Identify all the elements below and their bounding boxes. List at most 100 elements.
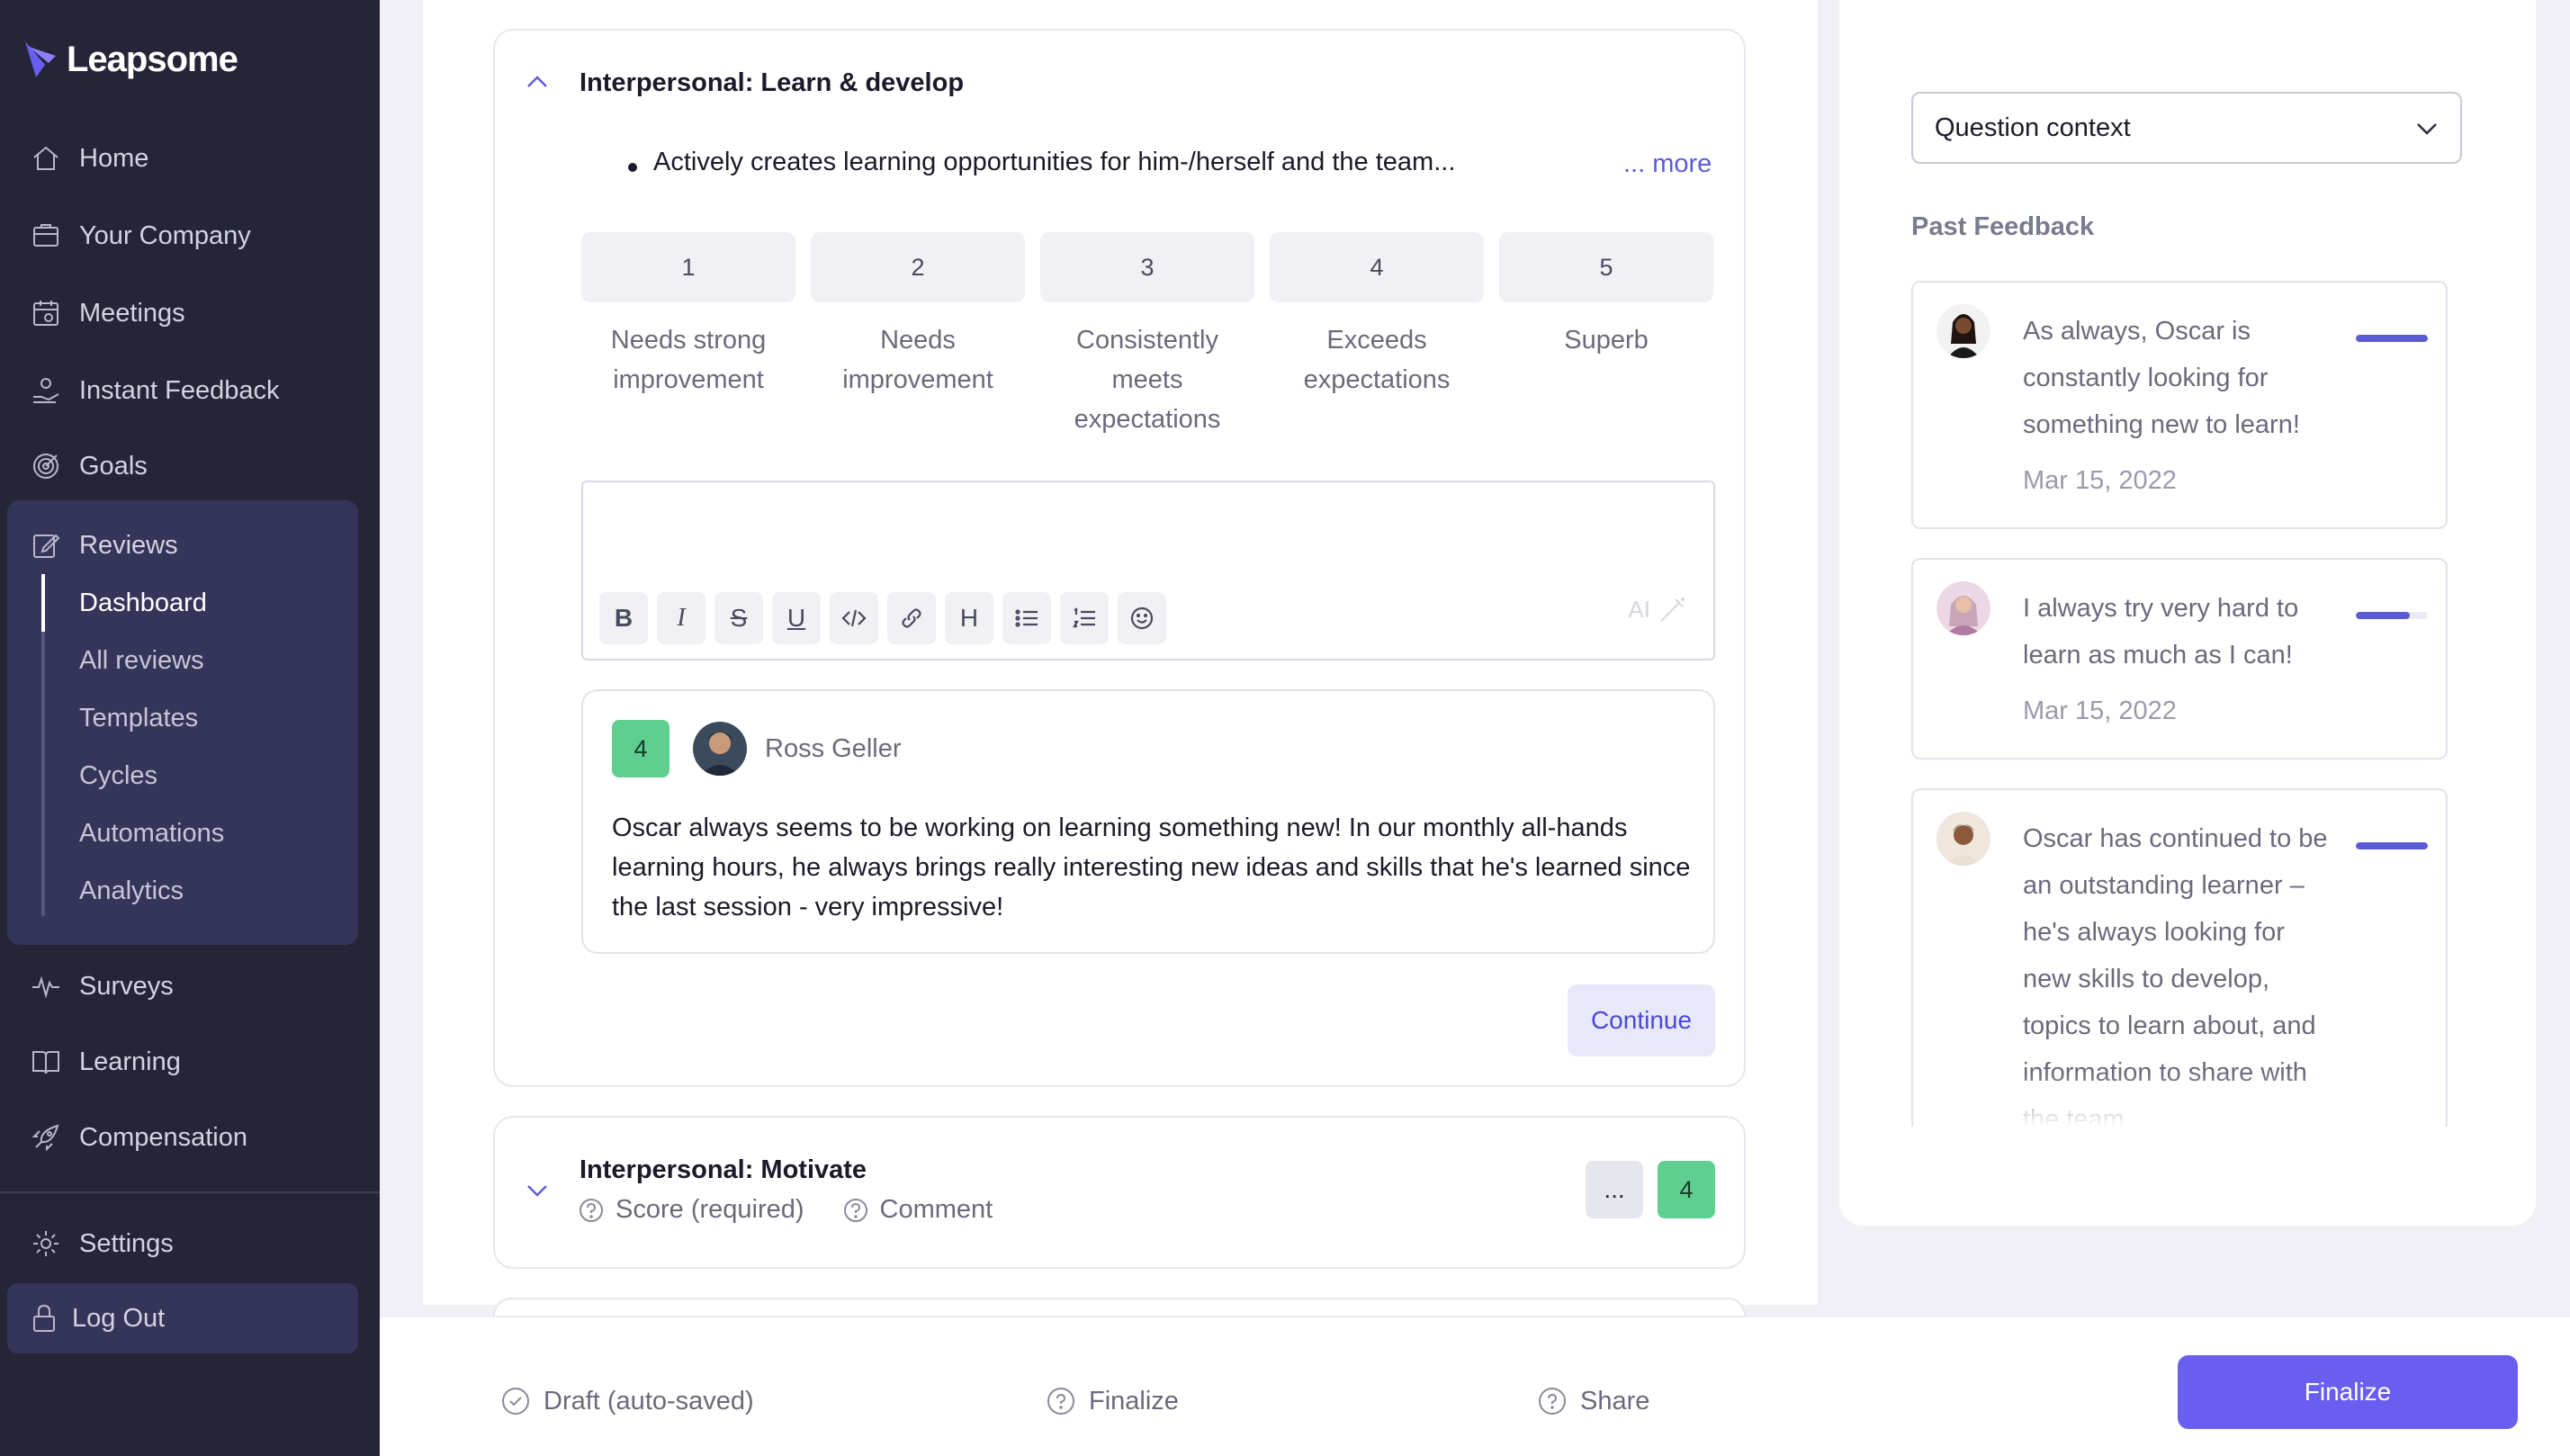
feedback-card[interactable]: I always try very hard to learn as much … (1911, 558, 2448, 759)
ai-label: AI (1628, 595, 1650, 623)
sidebar-item-instant-feedback[interactable]: Instant Feedback (7, 358, 358, 423)
sidebar-item-label: Settings (79, 1228, 174, 1258)
code-button[interactable] (830, 592, 878, 644)
building-icon (33, 224, 58, 247)
sidebar-item-home[interactable]: Home (7, 126, 358, 191)
section-score-badge: 4 (1658, 1161, 1715, 1218)
more-options-button[interactable]: ... (1586, 1161, 1643, 1218)
score-option-2[interactable]: 2 (811, 232, 1025, 302)
heading-button[interactable]: H (945, 592, 993, 644)
gear-icon (33, 1231, 58, 1256)
score-label-3: Consistently meets expectations (1074, 326, 1221, 434)
context-panel: Question context Past Feedback As always… (1839, 0, 2536, 1226)
sidebar-item-reviews[interactable]: Reviews (7, 513, 358, 578)
score-option-4[interactable]: 4 (1270, 232, 1484, 302)
question-circle-icon (580, 1198, 603, 1222)
more-link[interactable]: ... more (1623, 149, 1712, 179)
status-draft: Draft (auto-saved) (500, 1386, 754, 1416)
finalize-button[interactable]: Finalize (2178, 1355, 2518, 1429)
reviewer-name: Ross Geller (765, 734, 902, 763)
feedback-card[interactable]: As always, Oscar is constantly looking f… (1911, 281, 2448, 529)
emoji-button[interactable] (1118, 592, 1166, 644)
subnav-item-dashboard[interactable]: Dashboard (79, 574, 207, 632)
logout-button[interactable]: Log Out (7, 1283, 358, 1353)
chevron-up-icon[interactable] (524, 68, 551, 95)
subnav-item-templates[interactable]: Templates (79, 689, 198, 747)
sidebar-item-label: Goals (79, 451, 148, 481)
feedback-score-bar (2356, 842, 2428, 849)
sidebar-item-your-company[interactable]: Your Company (7, 203, 358, 268)
numbered-list-button[interactable] (1060, 592, 1109, 644)
feedback-hand-icon (33, 378, 59, 403)
sidebar-item-surveys[interactable]: Surveys (7, 954, 358, 1019)
score-option-1[interactable]: 1 (581, 232, 795, 302)
pulse-icon (32, 975, 59, 999)
emoji-icon (1130, 607, 1154, 630)
link-button[interactable] (887, 592, 936, 644)
feedback-score-fill (2356, 335, 2428, 342)
book-icon (32, 1051, 59, 1074)
feedback-score-fill (2356, 842, 2428, 849)
strikethrough-button[interactable]: S (714, 592, 763, 644)
sidebar-divider (0, 1191, 380, 1193)
sidebar-item-label: Reviews (79, 530, 178, 560)
feedback-score-fill (2356, 612, 2410, 619)
sidebar-item-compensation[interactable]: Compensation (7, 1105, 358, 1170)
sidebar-item-label: Surveys (79, 971, 174, 1001)
avatar (1936, 304, 1990, 358)
comment-editor[interactable]: B I S U H AI (581, 481, 1715, 661)
continue-button[interactable]: Continue (1568, 984, 1715, 1056)
question-card-motivate[interactable] (493, 1116, 1746, 1269)
avatar (693, 722, 747, 776)
dropdown-value: Question context (1935, 112, 2131, 142)
bold-button[interactable]: B (599, 592, 648, 644)
score-option-3[interactable]: 3 (1040, 232, 1254, 302)
comment-label: Comment (879, 1195, 993, 1224)
link-icon (902, 608, 921, 628)
section-title: Interpersonal: Learn & develop (580, 68, 965, 97)
subnav-item-analytics[interactable]: Analytics (79, 862, 184, 920)
score-label-5: Superb (1564, 326, 1649, 355)
subnav-item-cycles[interactable]: Cycles (79, 747, 157, 804)
status-label: Draft (auto-saved) (544, 1386, 754, 1416)
ai-assist-button[interactable]: AI (1628, 594, 1688, 625)
reviews-group: Reviews Dashboard All reviews Templates … (7, 500, 358, 945)
numbered-list-icon (1073, 607, 1095, 628)
avatar (1936, 581, 1990, 635)
score-option-5[interactable]: 5 (1499, 232, 1713, 302)
code-icon (841, 609, 867, 627)
chevron-down-icon (2417, 123, 2437, 135)
subnav-item-automations[interactable]: Automations (79, 804, 224, 862)
target-icon (33, 454, 58, 479)
edit-icon (33, 534, 60, 558)
chevron-down-icon[interactable] (524, 1177, 551, 1204)
step-share[interactable]: Share (1537, 1386, 1649, 1416)
sidebar-item-learning[interactable]: Learning (7, 1029, 358, 1094)
question-description: Actively creates learning opportunities … (653, 148, 1456, 176)
sidebar-item-goals[interactable]: Goals (7, 434, 358, 499)
step-label: Share (1580, 1386, 1650, 1416)
sidebar-item-meetings[interactable]: Meetings (7, 281, 358, 346)
sidebar-item-settings[interactable]: Settings (7, 1211, 358, 1276)
subnav-active-indicator (41, 574, 45, 632)
leapsome-logo[interactable]: Leapsome (22, 38, 238, 81)
underline-button[interactable]: U (772, 592, 821, 644)
magic-wand-icon (1660, 598, 1685, 622)
score-label-1: Needs strong improvement (610, 326, 767, 394)
feedback-card[interactable]: Oscar has continued to be an outstanding… (1911, 788, 2448, 1127)
question-context-dropdown[interactable]: Question context (1911, 92, 2462, 164)
leapsome-logo-icon (25, 41, 56, 77)
italic-button[interactable]: I (657, 592, 705, 644)
logo-text: Leapsome (67, 39, 238, 79)
bullet-list-button[interactable] (1002, 592, 1051, 644)
step-finalize[interactable]: Finalize (1046, 1386, 1179, 1416)
sidebar-item-label: Your Company (79, 220, 251, 250)
sidebar-item-label: Instant Feedback (79, 375, 280, 405)
section-meta: Score (required) Comment (578, 1195, 993, 1225)
existing-comment: 4 Ross Geller Oscar always seems to be w… (581, 689, 1715, 954)
feedback-score-bar (2356, 335, 2428, 342)
subnav-item-all-reviews[interactable]: All reviews (79, 632, 204, 689)
lock-icon (33, 1304, 55, 1332)
score-required-label: Score (required) (616, 1195, 804, 1224)
question-circle-icon (1047, 1388, 1074, 1415)
